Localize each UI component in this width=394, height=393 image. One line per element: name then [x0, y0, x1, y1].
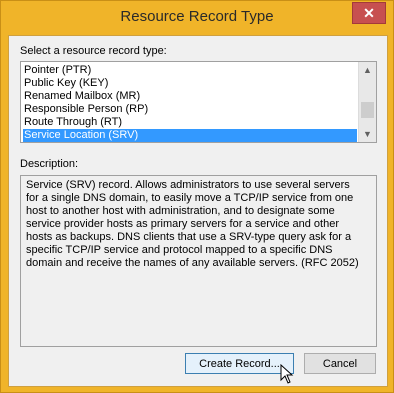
mouse-pointer-icon — [280, 364, 294, 384]
list-item-ptr[interactable]: Pointer (PTR) — [23, 64, 357, 77]
description-label: Description: — [20, 158, 79, 170]
close-button[interactable]: ✕ — [352, 2, 386, 24]
cancel-button[interactable]: Cancel — [304, 353, 376, 374]
list-item-key[interactable]: Public Key (KEY) — [23, 77, 357, 90]
description-box: Service (SRV) record. Allows administrat… — [20, 175, 377, 347]
create-record-button[interactable]: Create Record... — [185, 353, 294, 374]
list-item-srv[interactable]: Service Location (SRV) — [23, 129, 357, 142]
record-type-list[interactable]: Pointer (PTR) Public Key (KEY) Renamed M… — [20, 61, 377, 143]
scroll-thumb[interactable] — [361, 102, 374, 118]
scroll-down-icon[interactable]: ▼ — [359, 126, 376, 142]
record-type-label: Select a resource record type: — [20, 45, 167, 57]
list-item-rt[interactable]: Route Through (RT) — [23, 116, 357, 129]
list-scrollbar[interactable]: ▲ ▼ — [358, 62, 376, 142]
list-item-rp[interactable]: Responsible Person (RP) — [23, 103, 357, 116]
window-title: Resource Record Type — [120, 8, 274, 25]
title-bar[interactable]: Resource Record Type ✕ — [1, 1, 393, 35]
dialog-window: Resource Record Type ✕ Select a resource… — [0, 0, 394, 393]
close-icon: ✕ — [363, 5, 375, 21]
list-item-mr[interactable]: Renamed Mailbox (MR) — [23, 90, 357, 103]
dialog-body: Select a resource record type: Pointer (… — [8, 35, 388, 387]
scroll-up-icon[interactable]: ▲ — [359, 62, 376, 78]
description-text: Service (SRV) record. Allows administrat… — [26, 179, 359, 269]
